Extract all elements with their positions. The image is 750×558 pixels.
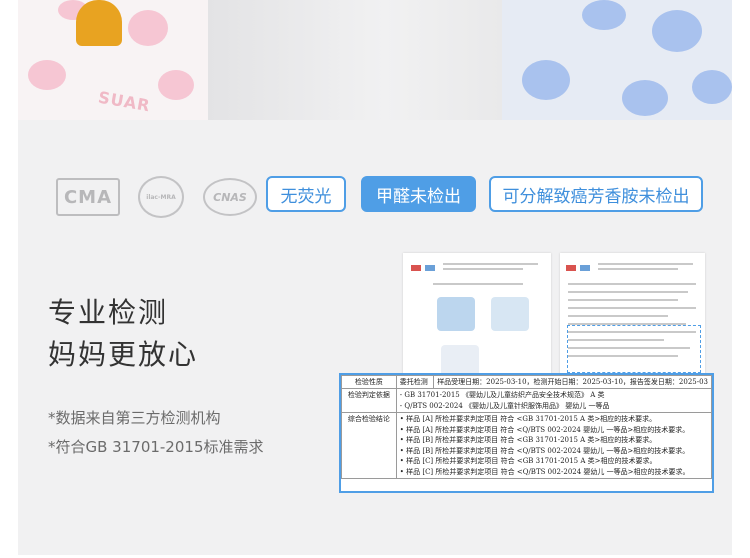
- zoom-highlight-box: [567, 325, 701, 373]
- cell-label: 检验性质: [341, 375, 397, 389]
- page: SUAR CMA ilac-MRA CNAS 无荧光 甲醛未检出 可分解致癌芳香…: [0, 0, 750, 558]
- note-standard: *符合GB 31701-2015标准需求: [48, 438, 264, 456]
- conclusion-item: • 样品 [C] 所检并要求判定项目 符合 <GB 31701-2015 A 类…: [399, 457, 657, 465]
- note-third-party: *数据来自第三方检测机构: [48, 409, 221, 427]
- report-table: 检验性质 委托检测 样品受理日期：2025-03-10，检测开始日期：2025-…: [341, 375, 712, 479]
- cell-conclusions: • 样品 [A] 所检并要求判定项目 符合 <GB 31701-2015 A 类…: [395, 412, 712, 479]
- product-photo: SUAR: [18, 0, 732, 120]
- cell-standards: - GB 31701-2015 《婴幼儿及儿童纺织产品安全技术规范》 A 类 -…: [395, 388, 712, 413]
- table-row: 综合检验结论 • 样品 [A] 所检并要求判定项目 符合 <GB 31701-2…: [341, 412, 712, 479]
- conclusion-item: • 样品 [B] 所检并要求判定项目 符合 <GB 31701-2015 A 类…: [399, 436, 657, 444]
- photo-background: [208, 0, 502, 120]
- headline: 专业检测 妈妈更放心: [48, 292, 198, 376]
- cell-dates: 样品受理日期：2025-03-10，检测开始日期：2025-03-10，报告签发…: [433, 375, 712, 389]
- headline-line-2: 妈妈更放心: [48, 338, 199, 371]
- tag-no-formaldehyde: 甲醛未检出: [361, 176, 476, 212]
- cell-label: 综合检验结论: [341, 412, 397, 479]
- conclusion-item: • 样品 [B] 所检并要求判定项目 符合 <Q/BTS 002-2024 婴幼…: [399, 446, 690, 455]
- standard-item: - Q/BTS 002-2024 《婴幼儿及儿童针织服饰用品》 婴幼儿 一等品: [399, 401, 610, 410]
- pink-fabric: SUAR: [18, 0, 208, 120]
- table-row: 检验判定依据 - GB 31701-2015 《婴幼儿及儿童纺织产品安全技术规范…: [341, 388, 712, 413]
- cell-label: 检验判定依据: [341, 388, 397, 413]
- fabric-brand-print: SUAR: [96, 87, 152, 116]
- cell-type: 委托检测: [395, 375, 435, 389]
- tag-no-aromatic-amine: 可分解致癌芳香胺未检出: [489, 176, 703, 212]
- blue-fabric: [502, 0, 732, 120]
- standard-item: - GB 31701-2015 《婴幼儿及儿童纺织产品安全技术规范》 A 类: [399, 391, 605, 399]
- mascot-icon: [76, 0, 122, 46]
- headline-line-1: 专业检测: [48, 296, 169, 329]
- conclusion-item: • 样品 [C] 所检并要求判定项目 符合 <Q/BTS 002-2024 婴幼…: [399, 467, 690, 476]
- conclusion-item: • 样品 [A] 所检并要求判定项目 符合 <Q/BTS 002-2024 婴幼…: [399, 425, 690, 434]
- ilac-mra-logo: ilac-MRA: [138, 176, 184, 218]
- report-page-1: [403, 253, 551, 379]
- tag-no-fluorescent: 无荧光: [266, 176, 346, 212]
- table-row: 检验性质 委托检测 样品受理日期：2025-03-10，检测开始日期：2025-…: [341, 375, 712, 389]
- report-table-zoom: 检验性质 委托检测 样品受理日期：2025-03-10，检测开始日期：2025-…: [339, 373, 714, 493]
- cma-logo: CMA: [56, 178, 120, 216]
- cnas-logo: CNAS: [203, 178, 257, 216]
- conclusion-item: • 样品 [A] 所检并要求判定项目 符合 <GB 31701-2015 A 类…: [399, 415, 657, 423]
